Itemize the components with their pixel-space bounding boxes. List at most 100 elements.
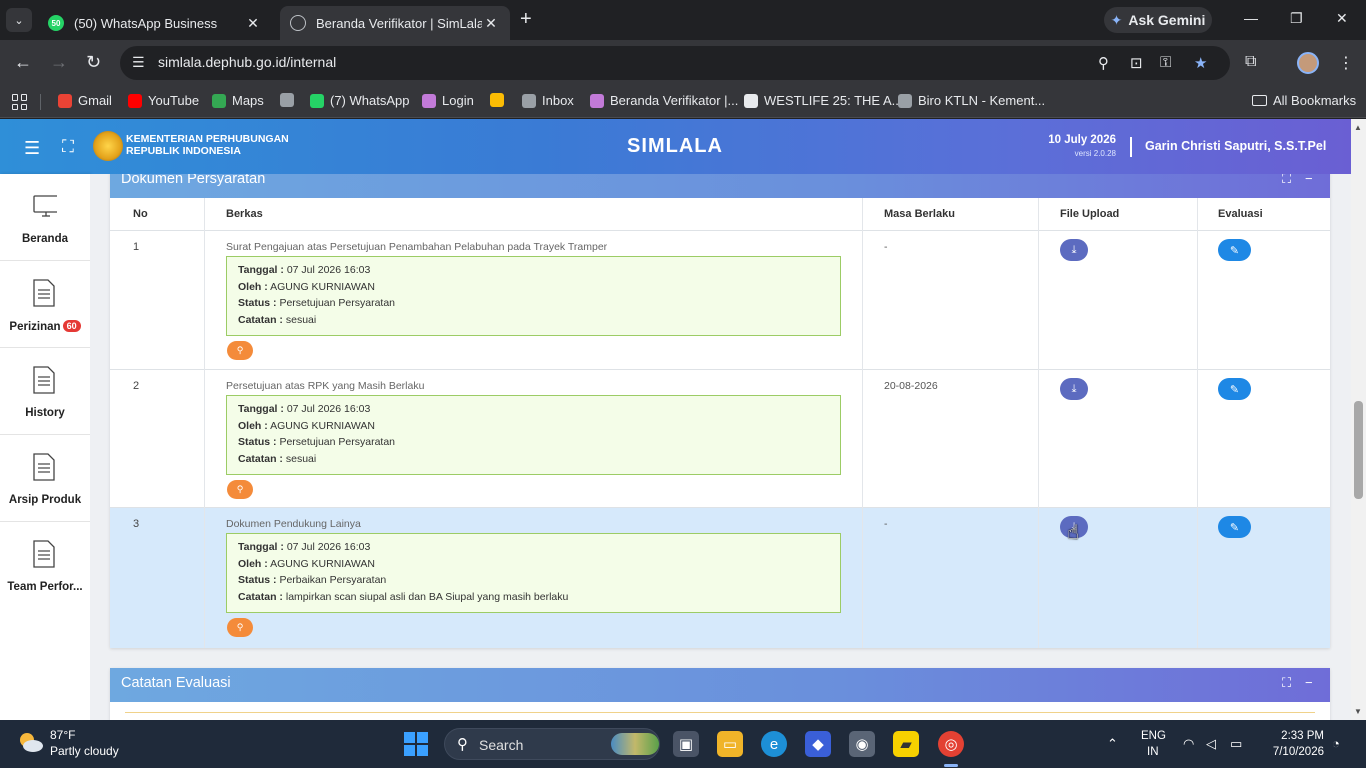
- wifi-icon[interactable]: ◠: [1183, 736, 1194, 752]
- close-window-icon[interactable]: ✕: [1336, 10, 1348, 27]
- download-button[interactable]: ⤓: [1060, 378, 1088, 400]
- panel-header: Dokumen Persyaratan ⛶ −: [110, 174, 1330, 198]
- sidebar-item-history[interactable]: History: [0, 348, 90, 435]
- bookmark-item[interactable]: Maps: [212, 93, 264, 108]
- weather-desc[interactable]: Partly cloudy: [50, 744, 119, 758]
- tab-simlala[interactable]: Beranda Verifikator | SimLala ✕: [280, 6, 510, 40]
- volume-icon[interactable]: ◁: [1206, 736, 1216, 752]
- sidebar: Beranda Perizinan 60 History Arsip Produk: [0, 174, 90, 720]
- header-date: 10 July 2026: [1048, 134, 1116, 146]
- tab-whatsapp[interactable]: 50 (50) WhatsApp Business ✕: [38, 6, 272, 40]
- install-app-icon[interactable]: ⊡: [1130, 54, 1143, 72]
- sidebar-item-beranda[interactable]: Beranda: [0, 174, 90, 261]
- view-detail-button[interactable]: ⚲: [227, 341, 253, 360]
- all-bookmarks-button[interactable]: All Bookmarks: [1252, 93, 1356, 108]
- camera-icon[interactable]: ◉: [849, 731, 875, 757]
- sidebar-item-label: Arsip Produk: [8, 494, 82, 506]
- site-info-icon[interactable]: ☰: [132, 54, 145, 71]
- page-scrollbar[interactable]: ▲ ▼: [1351, 119, 1366, 720]
- app-icon[interactable]: ◆: [805, 731, 831, 757]
- hamburger-menu-icon[interactable]: ☰: [24, 138, 40, 159]
- notification-bell-icon[interactable]: ◔: [1332, 736, 1340, 751]
- windows-start-icon[interactable]: [404, 732, 428, 756]
- bookmark-label: Maps: [232, 93, 264, 108]
- taskbar-search[interactable]: ⚲ Search: [444, 728, 660, 760]
- bookmark-item[interactable]: Login: [422, 93, 474, 108]
- bookmark-item[interactable]: [280, 93, 294, 107]
- app-header: ☰ ⛶ KEMENTERIAN PERHUBUNGAN REPUBLIK IND…: [0, 119, 1351, 174]
- bookmark-item[interactable]: Beranda Verifikator |...: [590, 93, 738, 108]
- zoom-icon[interactable]: ⚲: [1098, 54, 1109, 72]
- address-bar[interactable]: ☰ simlala.dephub.go.id/internal ⚲ ⊡ ⚿ ★: [120, 46, 1230, 80]
- task-view-icon[interactable]: ▣: [673, 731, 699, 757]
- apps-grid-icon[interactable]: [12, 94, 28, 110]
- evaluate-button[interactable]: ✎: [1218, 239, 1251, 261]
- bookmark-item[interactable]: Inbox: [522, 93, 574, 108]
- input-language[interactable]: ENG: [1141, 730, 1166, 742]
- scroll-up-arrow-icon[interactable]: ▲: [1354, 123, 1362, 132]
- restore-icon[interactable]: ❐: [1290, 10, 1303, 27]
- bookmark-item[interactable]: (7) WhatsApp: [310, 93, 409, 108]
- chrome-icon[interactable]: ◎: [938, 731, 964, 757]
- scrollbar-thumb[interactable]: [1354, 401, 1363, 499]
- tab-search-button[interactable]: ⌄: [6, 8, 32, 32]
- sticky-notes-icon[interactable]: ▰: [893, 731, 919, 757]
- new-tab-button[interactable]: +: [520, 8, 532, 31]
- masa-berlaku: -: [884, 241, 888, 253]
- fullscreen-icon[interactable]: ⛶: [62, 137, 74, 157]
- column-divider: [1197, 198, 1198, 648]
- folder-icon: [1252, 95, 1267, 106]
- password-key-icon[interactable]: ⚿: [1160, 54, 1171, 71]
- sidebar-item-label: History: [25, 407, 65, 419]
- ask-gemini-button[interactable]: ✦ Ask Gemini: [1104, 7, 1212, 33]
- close-tab-icon[interactable]: ✕: [244, 15, 262, 32]
- download-button[interactable]: ⤓: [1060, 239, 1088, 261]
- evaluate-button[interactable]: ✎: [1218, 378, 1251, 400]
- search-icon: ⚲: [236, 484, 244, 494]
- battery-icon[interactable]: ▭: [1230, 736, 1242, 752]
- menu-kebab-icon[interactable]: ⋮: [1338, 53, 1354, 73]
- column-header: Berkas: [226, 208, 263, 220]
- berkas-name: Dokumen Pendukung Lainya: [226, 518, 361, 530]
- all-bookmarks-label: All Bookmarks: [1273, 93, 1357, 108]
- info-line: Status : Perbaikan Persyaratan: [238, 574, 387, 587]
- bookmark-item[interactable]: WESTLIFE 25: THE A...: [744, 93, 902, 108]
- evaluate-button[interactable]: ✎: [1218, 516, 1251, 538]
- reload-icon[interactable]: ↻: [86, 52, 101, 73]
- weather-temp[interactable]: 87°F: [50, 728, 75, 742]
- profile-avatar[interactable]: [1297, 52, 1319, 74]
- view-detail-button[interactable]: ⚲: [227, 480, 253, 499]
- bookmark-favicon-icon: [490, 93, 504, 107]
- scroll-down-arrow-icon[interactable]: ▼: [1354, 707, 1362, 716]
- bookmark-item[interactable]: Gmail: [58, 93, 112, 108]
- row-number: 3: [133, 518, 140, 530]
- clock-date[interactable]: 7/10/2026: [1262, 746, 1324, 758]
- info-line: Tanggal : 07 Jul 2026 16:03: [238, 264, 371, 276]
- sidebar-item-perizinan[interactable]: Perizinan 60: [0, 261, 90, 348]
- input-region[interactable]: IN: [1147, 746, 1159, 758]
- collapse-icon[interactable]: −: [1305, 675, 1313, 690]
- expand-icon[interactable]: ⛶: [1282, 174, 1291, 187]
- gemini-icon: ✦: [1110, 11, 1123, 28]
- minimize-icon[interactable]: —: [1244, 10, 1258, 26]
- expand-icon[interactable]: ⛶: [1282, 675, 1291, 691]
- bookmark-star-icon[interactable]: ★: [1194, 54, 1207, 72]
- row-number: 2: [133, 380, 140, 392]
- bookmark-item[interactable]: YouTube: [128, 93, 199, 108]
- sidebar-item-arsip-produk[interactable]: Arsip Produk: [0, 435, 90, 522]
- back-arrow-icon[interactable]: ←: [14, 52, 32, 73]
- bookmark-item[interactable]: [490, 93, 504, 107]
- sidebar-item-team-performance[interactable]: Team Perfor...: [0, 522, 90, 609]
- file-explorer-icon[interactable]: ▭: [717, 731, 743, 757]
- chevron-up-icon[interactable]: ⌃: [1107, 736, 1118, 752]
- user-name[interactable]: Garin Christi Saputri, S.S.T.Pel: [1145, 139, 1326, 153]
- edge-icon[interactable]: e: [761, 731, 787, 757]
- clock-time[interactable]: 2:33 PM: [1270, 730, 1324, 742]
- bookmark-item[interactable]: Biro KTLN - Kement...: [898, 93, 1045, 108]
- view-detail-button[interactable]: ⚲: [227, 618, 253, 637]
- extensions-icon[interactable]: ⧉: [1245, 53, 1256, 71]
- collapse-icon[interactable]: −: [1305, 174, 1313, 186]
- table-row: 1 Surat Pengajuan atas Persetujuan Penam…: [110, 231, 1330, 370]
- close-tab-icon[interactable]: ✕: [482, 15, 500, 32]
- forward-arrow-icon[interactable]: →: [50, 52, 68, 73]
